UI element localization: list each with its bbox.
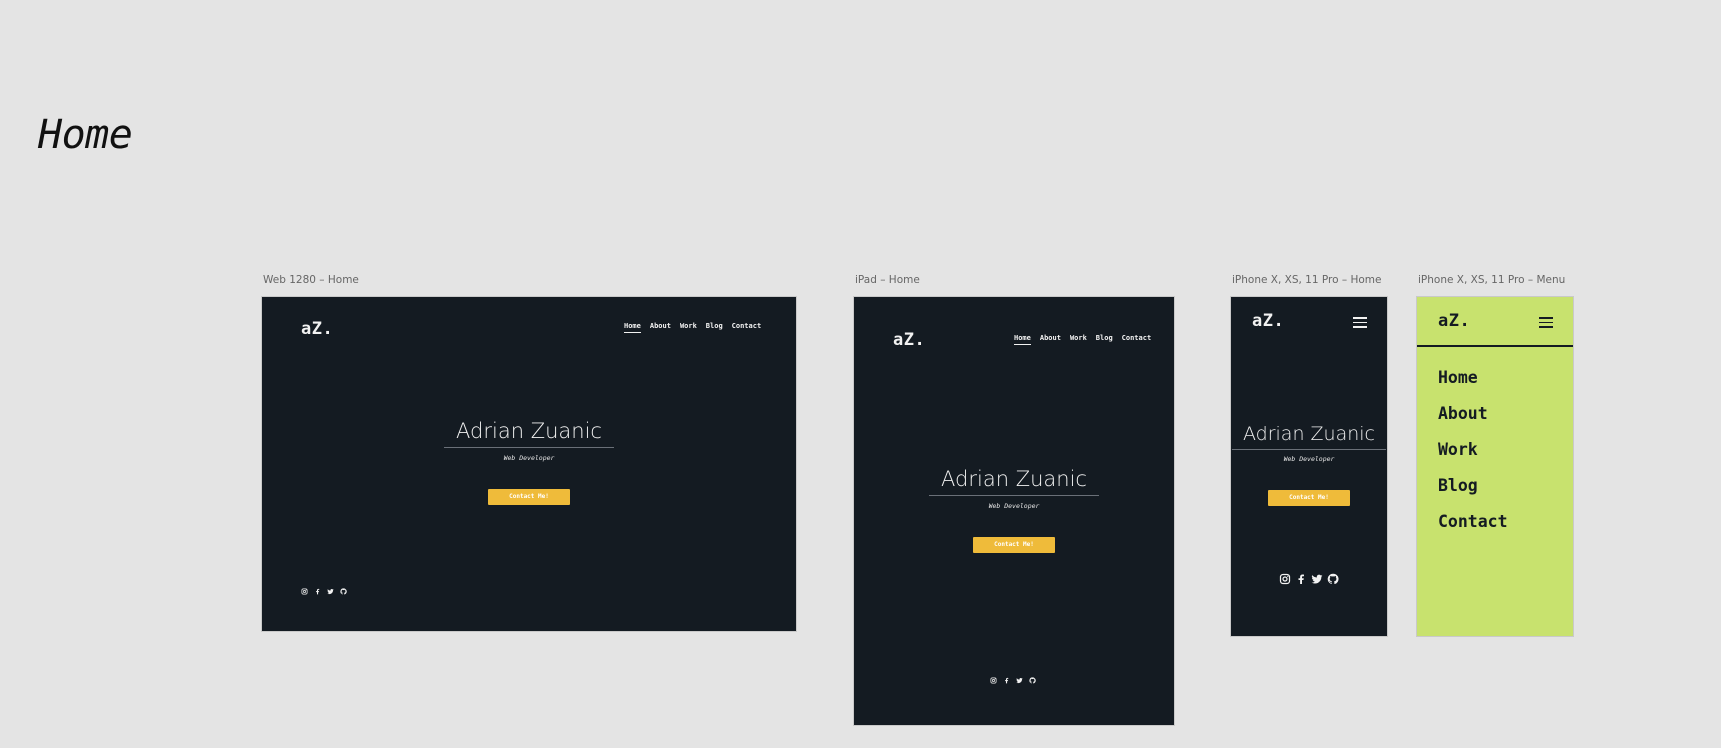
hero-section: Adrian Zuanic Web Developer Contact Me! — [262, 419, 796, 505]
frame-label-web: Web 1280 – Home — [263, 274, 359, 286]
menu-item-work[interactable]: Work — [1438, 441, 1508, 477]
hero-name: Adrian Zuanic — [444, 419, 614, 448]
facebook-icon[interactable] — [1003, 677, 1010, 684]
hero-role: Web Developer — [988, 502, 1040, 510]
frame-label-ipad: iPad – Home — [855, 274, 920, 286]
instagram-icon[interactable] — [990, 677, 997, 684]
nav-item-contact[interactable]: Contact — [732, 322, 762, 333]
hero-name: Adrian Zuanic — [1231, 423, 1386, 450]
nav-item-home[interactable]: Home — [1014, 334, 1031, 345]
social-links — [301, 588, 347, 595]
twitter-icon[interactable] — [1016, 677, 1023, 684]
github-icon[interactable] — [1327, 573, 1339, 585]
site-logo[interactable]: aZ. — [893, 330, 925, 350]
hamburger-menu-icon[interactable] — [1539, 317, 1553, 328]
nav-item-work[interactable]: Work — [1070, 334, 1087, 345]
main-nav: Home About Work Blog Contact — [1014, 334, 1151, 345]
contact-me-button[interactable]: Contact Me! — [488, 489, 570, 505]
hero-section: Adrian Zuanic Web Developer Contact Me! — [1231, 423, 1387, 506]
hamburger-menu-icon[interactable] — [1353, 317, 1367, 328]
site-logo[interactable]: aZ. — [301, 319, 333, 339]
site-logo[interactable]: aZ. — [1438, 311, 1470, 331]
contact-me-button[interactable]: Contact Me! — [973, 537, 1055, 553]
menu-item-home[interactable]: Home — [1438, 369, 1508, 405]
social-links — [1279, 573, 1339, 585]
hero-role: Web Developer — [1283, 455, 1335, 463]
contact-me-button[interactable]: Contact Me! — [1268, 490, 1350, 506]
github-icon[interactable] — [340, 588, 347, 595]
facebook-icon[interactable] — [1295, 573, 1307, 585]
nav-item-blog[interactable]: Blog — [1096, 334, 1113, 345]
nav-item-home[interactable]: Home — [624, 322, 641, 333]
menu-item-contact[interactable]: Contact — [1438, 513, 1508, 549]
hero-section: Adrian Zuanic Web Developer Contact Me! — [854, 467, 1174, 553]
web-home-frame[interactable]: aZ. Home About Work Blog Contact Adrian … — [261, 296, 797, 632]
menu-header-divider — [1417, 345, 1573, 347]
github-icon[interactable] — [1029, 677, 1036, 684]
iphone-home-frame[interactable]: aZ. Adrian Zuanic Web Developer Contact … — [1230, 296, 1388, 637]
hero-name: Adrian Zuanic — [929, 467, 1099, 496]
nav-item-blog[interactable]: Blog — [706, 322, 723, 333]
mobile-menu-list: Home About Work Blog Contact — [1438, 369, 1508, 549]
instagram-icon[interactable] — [1279, 573, 1291, 585]
facebook-icon[interactable] — [314, 588, 321, 595]
twitter-icon[interactable] — [327, 588, 334, 595]
menu-item-about[interactable]: About — [1438, 405, 1508, 441]
nav-item-about[interactable]: About — [1040, 334, 1061, 345]
iphone-menu-frame[interactable]: aZ. Home About Work Blog Contact — [1416, 296, 1574, 637]
social-links — [990, 677, 1036, 684]
page-title: Home — [38, 112, 133, 158]
main-nav: Home About Work Blog Contact — [624, 322, 761, 333]
site-logo[interactable]: aZ. — [1252, 311, 1284, 331]
frame-label-iphone: iPhone X, XS, 11 Pro – Home — [1232, 274, 1382, 286]
nav-item-contact[interactable]: Contact — [1122, 334, 1152, 345]
instagram-icon[interactable] — [301, 588, 308, 595]
hero-role: Web Developer — [503, 454, 555, 462]
nav-item-about[interactable]: About — [650, 322, 671, 333]
nav-item-work[interactable]: Work — [680, 322, 697, 333]
ipad-home-frame[interactable]: aZ. Home About Work Blog Contact Adrian … — [853, 296, 1175, 726]
menu-item-blog[interactable]: Blog — [1438, 477, 1508, 513]
frame-label-menu: iPhone X, XS, 11 Pro – Menu — [1418, 274, 1566, 286]
twitter-icon[interactable] — [1311, 573, 1323, 585]
